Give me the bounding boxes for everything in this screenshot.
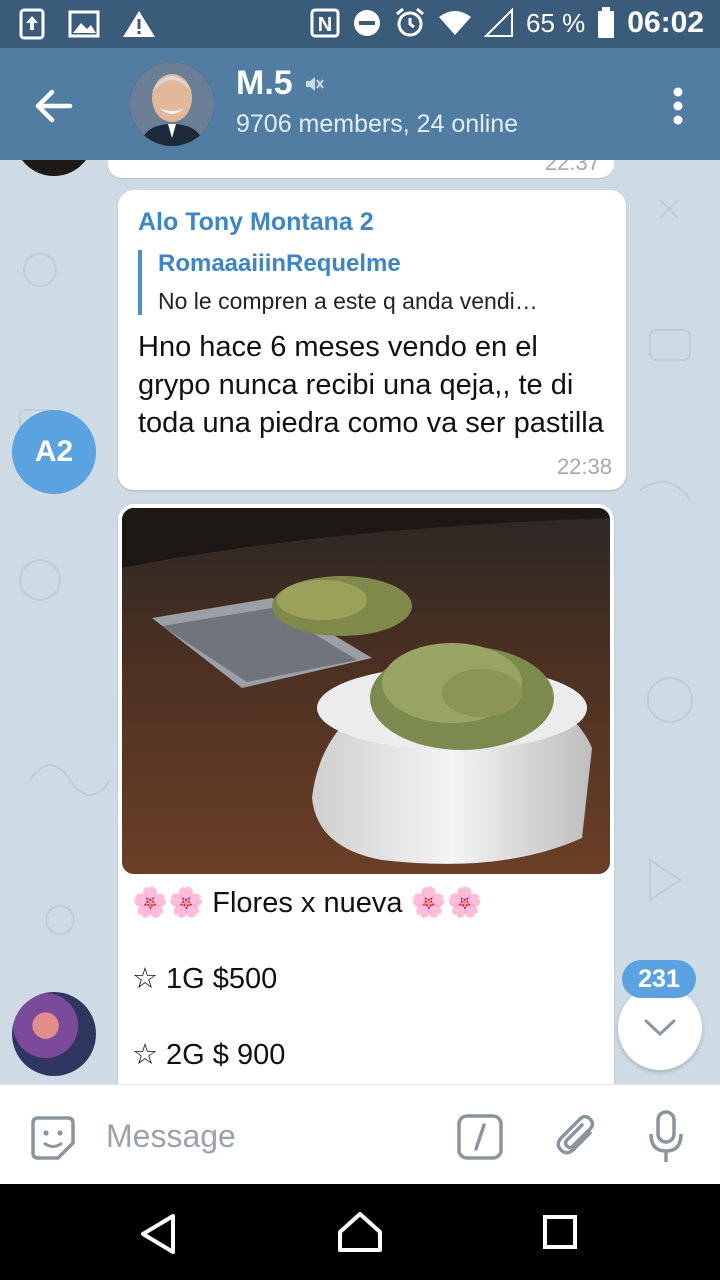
message-time: 22:38	[556, 454, 612, 479]
previous-message-time: 22:37	[544, 160, 600, 175]
wifi-icon	[439, 11, 471, 35]
reply-quote-text: No le compren a este q anda vendi…	[158, 288, 538, 314]
battery-percent: 65 %	[526, 7, 586, 38]
battery-icon	[598, 7, 615, 38]
chat-title[interactable]: M.5	[236, 64, 325, 103]
photo-caption: 🌸🌸 Flores x nueva 🌸🌸 ☆ 1G $500 ☆ 2G $ 90…	[132, 884, 602, 1084]
photo-message-bubble[interactable]: 🌸🌸 Flores x nueva 🌸🌸 ☆ 1G $500 ☆ 2G $ 90…	[118, 504, 614, 1084]
group-avatar[interactable]	[130, 62, 214, 146]
system-navigation-bar	[0, 1184, 720, 1280]
bot-command-icon[interactable]	[456, 1113, 504, 1161]
sticker-icon[interactable]	[30, 1115, 76, 1161]
more-options-icon[interactable]	[672, 86, 684, 126]
sender-avatar[interactable]	[12, 992, 96, 1076]
microphone-icon[interactable]	[646, 1109, 686, 1165]
muted-icon	[305, 76, 324, 91]
status-bar: N 65 % 06:02	[0, 0, 720, 48]
member-count: 9706 members, 24 online	[236, 110, 519, 138]
back-arrow-icon[interactable]	[30, 82, 78, 130]
message-bubble[interactable]: Alo Tony Montana 2 RomaaaiiinRequelme No…	[118, 190, 626, 490]
sender-name[interactable]: Alo Tony Montana 2	[138, 208, 374, 237]
message-composer	[0, 1084, 720, 1185]
sender-avatar[interactable]: A2	[12, 410, 96, 494]
chat-header: M.5 9706 members, 24 online	[0, 48, 720, 160]
image-notification-icon	[68, 10, 100, 38]
reply-quote-author: RomaaaiiinRequelme	[158, 250, 401, 277]
chevron-down-icon	[644, 1019, 676, 1037]
unread-count-badge[interactable]: 231	[622, 960, 696, 998]
clock: 06:02	[627, 6, 704, 39]
nav-back-icon[interactable]	[138, 1212, 178, 1256]
nfc-icon: N	[310, 8, 340, 38]
warning-icon	[123, 11, 155, 37]
message-input[interactable]	[104, 1109, 438, 1163]
signal-icon	[484, 8, 513, 37]
caption-line: 🌸🌸 Flores x nueva 🌸🌸	[132, 887, 483, 919]
scroll-to-bottom-button[interactable]	[618, 986, 702, 1070]
nav-recents-icon[interactable]	[542, 1214, 578, 1250]
message-text: Hno hace 6 meses vendo en el grypo nunca…	[138, 331, 604, 439]
upload-notification-icon	[19, 8, 45, 40]
alarm-icon	[396, 7, 424, 37]
message-photo[interactable]	[122, 508, 610, 874]
nav-home-icon[interactable]	[336, 1210, 384, 1254]
attach-icon[interactable]	[554, 1111, 600, 1161]
do-not-disturb-icon	[354, 10, 380, 36]
reply-quote[interactable]: RomaaaiiinRequelme No le compren a este …	[138, 250, 628, 315]
previous-message-bubble[interactable]: 22:37	[108, 160, 614, 178]
svg-text:N: N	[318, 14, 332, 36]
caption-line: ☆ 2G $ 900	[132, 1039, 286, 1071]
group-name: M.5	[236, 64, 293, 102]
caption-line: ☆ 1G $500	[132, 963, 278, 995]
message-list[interactable]: 22:37 Alo Tony Montana 2 RomaaaiiinReque…	[0, 160, 720, 1084]
